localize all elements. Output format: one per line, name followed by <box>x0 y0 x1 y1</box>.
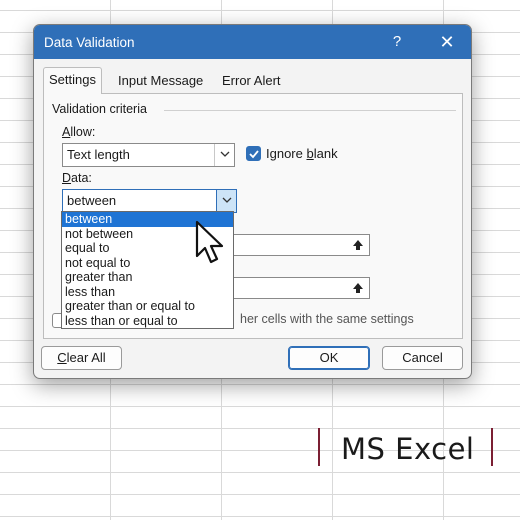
list-item[interactable]: less than <box>62 285 233 300</box>
close-icon: ✕ <box>439 32 455 52</box>
help-button[interactable]: ? <box>380 29 414 55</box>
list-item[interactable]: greater than <box>62 270 233 285</box>
allow-dropdown-button[interactable] <box>214 144 234 166</box>
list-item[interactable]: greater than or equal to <box>62 299 233 314</box>
caption-bar-right <box>491 428 493 466</box>
allow-label: Allow: <box>62 125 96 139</box>
dialog-titlebar[interactable]: Data Validation ? ✕ <box>34 25 471 59</box>
cancel-button[interactable]: Cancel <box>382 346 463 370</box>
data-select[interactable]: between <box>62 189 237 213</box>
group-divider <box>164 110 456 111</box>
range-select-icon[interactable] <box>350 281 366 295</box>
tab-input-message[interactable]: Input Message <box>113 69 208 93</box>
ignore-blank-checkbox[interactable] <box>246 146 261 161</box>
data-dropdown-button[interactable] <box>216 190 236 212</box>
apply-all-label[interactable]: her cells with the same settings <box>240 312 414 326</box>
spreadsheet-background: { "dialog": { "title": "Data Validation"… <box>0 0 520 520</box>
data-value: between <box>67 193 117 208</box>
clear-all-button[interactable]: Clear All <box>41 346 122 370</box>
tab-settings[interactable]: Settings <box>43 67 102 94</box>
close-button[interactable]: ✕ <box>430 29 464 55</box>
caption-text: MS Excel <box>341 432 475 466</box>
checkmark-icon <box>249 150 259 159</box>
data-label: Data: <box>62 171 92 185</box>
ok-button[interactable]: OK <box>288 346 370 370</box>
chevron-down-icon <box>222 197 232 203</box>
allow-select[interactable]: Text length <box>62 143 235 167</box>
range-select-icon[interactable] <box>350 238 366 252</box>
validation-criteria-label: Validation criteria <box>52 102 147 116</box>
ignore-blank-label[interactable]: Ignore blank <box>266 146 338 161</box>
tab-error-alert[interactable]: Error Alert <box>217 69 286 93</box>
caption-bar-left <box>318 428 320 466</box>
list-item[interactable]: less than or equal to <box>62 314 233 329</box>
chevron-down-icon <box>220 151 230 157</box>
allow-value: Text length <box>67 147 130 162</box>
mouse-pointer-icon <box>195 220 224 264</box>
dialog-title: Data Validation <box>44 35 135 50</box>
